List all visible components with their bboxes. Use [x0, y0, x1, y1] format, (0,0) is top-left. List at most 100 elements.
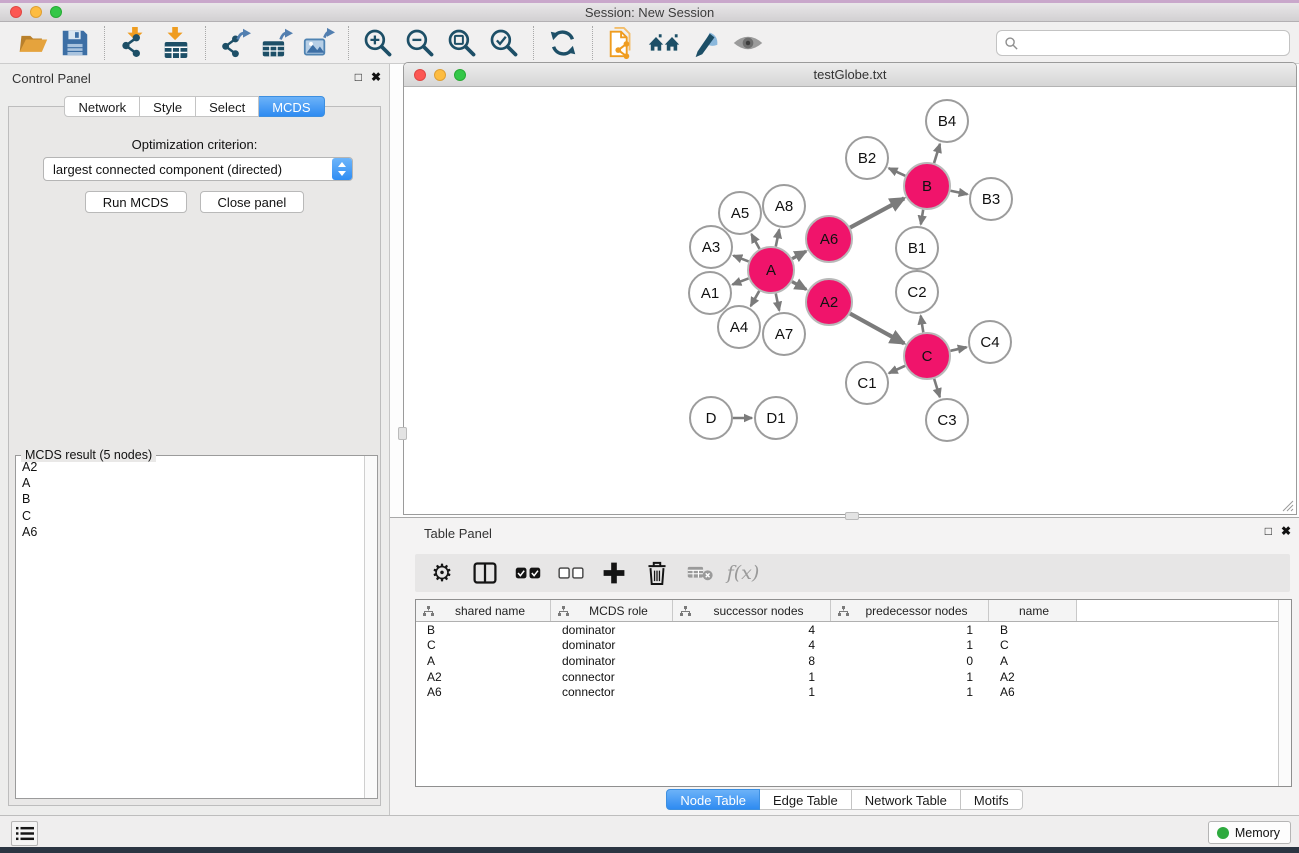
zoom-window-button[interactable]: [50, 6, 62, 18]
open-folder-icon[interactable]: [12, 24, 54, 62]
table-row[interactable]: A6connector11A6: [416, 684, 1291, 700]
node-A[interactable]: A: [748, 247, 794, 293]
node-C[interactable]: C: [904, 333, 950, 379]
delete-icon[interactable]: [640, 556, 674, 590]
edge-C-C4[interactable]: [950, 347, 966, 351]
network-minimize-button[interactable]: [434, 69, 446, 81]
table-row[interactable]: A2connector11A2: [416, 669, 1291, 685]
deselect-all-icon[interactable]: [554, 556, 588, 590]
node-C3[interactable]: C3: [926, 399, 968, 441]
tab-select[interactable]: Select: [196, 96, 259, 117]
cell[interactable]: A2: [989, 670, 1077, 684]
node-C4[interactable]: C4: [969, 321, 1011, 363]
cell[interactable]: connector: [551, 685, 673, 699]
cell[interactable]: dominator: [551, 654, 673, 668]
edge-A-A2[interactable]: [792, 282, 806, 290]
cell[interactable]: 1: [831, 670, 989, 684]
mcds-result-item[interactable]: A: [17, 475, 363, 491]
edge-A-A7[interactable]: [776, 294, 779, 311]
node-B4[interactable]: B4: [926, 100, 968, 142]
horizontal-splitter-handle[interactable]: [845, 512, 859, 520]
search-box[interactable]: [996, 30, 1290, 56]
table-row[interactable]: Adominator80A: [416, 653, 1291, 669]
edge-A6-B[interactable]: [850, 198, 904, 227]
node-C1[interactable]: C1: [846, 362, 888, 404]
edge-A2-C[interactable]: [850, 314, 904, 344]
table-row[interactable]: Bdominator41B: [416, 622, 1291, 638]
table-tab-node-table[interactable]: Node Table: [666, 789, 760, 810]
import-table-icon[interactable]: [155, 24, 197, 62]
edge-C-C3[interactable]: [934, 379, 940, 397]
vertical-splitter-handle[interactable]: [398, 427, 407, 440]
table-tab-motifs[interactable]: Motifs: [961, 789, 1023, 810]
network-window-titlebar[interactable]: testGlobe.txt: [404, 63, 1296, 87]
cell[interactable]: 8: [673, 654, 831, 668]
add-icon[interactable]: [597, 556, 631, 590]
cell[interactable]: A: [416, 654, 551, 668]
cell[interactable]: B: [989, 623, 1077, 637]
annotations-icon[interactable]: [685, 24, 727, 62]
network-from-selection-icon[interactable]: [601, 24, 643, 62]
mcds-result-item[interactable]: A2: [17, 459, 363, 475]
tab-network[interactable]: Network: [64, 96, 140, 117]
column-header-mcds-role[interactable]: MCDS role: [551, 600, 673, 621]
select-all-icon[interactable]: [511, 556, 545, 590]
edge-A-A3[interactable]: [733, 256, 748, 262]
export-table-icon[interactable]: [256, 24, 298, 62]
cell[interactable]: dominator: [551, 623, 673, 637]
search-input[interactable]: [1019, 33, 1289, 53]
cell[interactable]: 1: [673, 670, 831, 684]
cell[interactable]: A: [989, 654, 1077, 668]
cell[interactable]: 1: [673, 685, 831, 699]
import-network-icon[interactable]: [113, 24, 155, 62]
column-header-successor-nodes[interactable]: successor nodes: [673, 600, 831, 621]
cell[interactable]: A2: [416, 670, 551, 684]
zoom-in-icon[interactable]: [357, 24, 399, 62]
float-table-panel-icon[interactable]: □: [1265, 524, 1272, 538]
export-network-icon[interactable]: [214, 24, 256, 62]
mcds-result-item[interactable]: C: [17, 508, 363, 524]
edge-B-B4[interactable]: [934, 144, 940, 163]
run-mcds-button[interactable]: Run MCDS: [85, 191, 187, 213]
edge-B-B2[interactable]: [889, 168, 906, 176]
first-neighbors-icon[interactable]: [643, 24, 685, 62]
cell[interactable]: 1: [831, 638, 989, 652]
edge-B-B1[interactable]: [921, 210, 923, 225]
tab-mcds[interactable]: MCDS: [259, 96, 324, 117]
minimize-window-button[interactable]: [30, 6, 42, 18]
edge-C-C2[interactable]: [921, 316, 924, 333]
node-D1[interactable]: D1: [755, 397, 797, 439]
node-C2[interactable]: C2: [896, 271, 938, 313]
node-A7[interactable]: A7: [763, 313, 805, 355]
split-column-icon[interactable]: [468, 556, 502, 590]
table-tab-network-table[interactable]: Network Table: [852, 789, 961, 810]
mcds-result-item[interactable]: A6: [17, 524, 363, 540]
cell[interactable]: 1: [831, 623, 989, 637]
edge-A-A8[interactable]: [776, 230, 779, 247]
edge-A-A1[interactable]: [732, 278, 748, 284]
cell[interactable]: C: [989, 638, 1077, 652]
network-close-button[interactable]: [414, 69, 426, 81]
cell[interactable]: 0: [831, 654, 989, 668]
zoom-selected-icon[interactable]: [483, 24, 525, 62]
table-scrollbar[interactable]: [1278, 600, 1291, 786]
session-tasks-button[interactable]: [11, 821, 38, 846]
edge-A-A6[interactable]: [792, 251, 806, 258]
tab-style[interactable]: Style: [140, 96, 196, 117]
network-canvas[interactable]: B4B2BB3A5A8A6A3B1AA1C2A2A4A7C4CC1DD1C3: [405, 87, 1296, 514]
node-D[interactable]: D: [690, 397, 732, 439]
mcds-result-item[interactable]: B: [17, 491, 363, 507]
cell[interactable]: A6: [989, 685, 1077, 699]
column-header-name[interactable]: name: [989, 600, 1077, 621]
cell[interactable]: dominator: [551, 638, 673, 652]
close-panel-button[interactable]: Close panel: [200, 191, 305, 213]
close-window-button[interactable]: [10, 6, 22, 18]
refresh-icon[interactable]: [542, 24, 584, 62]
save-icon[interactable]: [54, 24, 96, 62]
node-A3[interactable]: A3: [690, 226, 732, 268]
edge-A-A5[interactable]: [751, 234, 759, 249]
node-B3[interactable]: B3: [970, 178, 1012, 220]
cell[interactable]: 4: [673, 623, 831, 637]
cell[interactable]: A6: [416, 685, 551, 699]
node-B1[interactable]: B1: [896, 227, 938, 269]
